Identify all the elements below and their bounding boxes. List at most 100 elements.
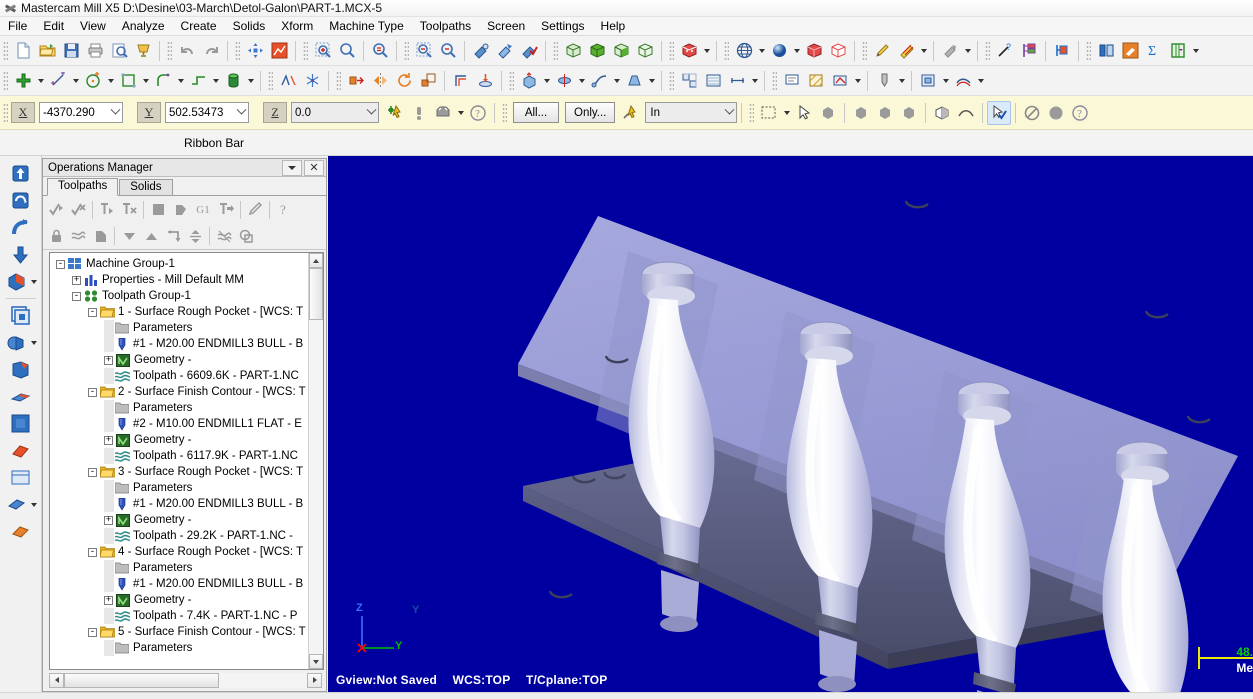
collapse-toggle-icon[interactable]: - bbox=[88, 547, 97, 557]
depth-select-chevron-icon[interactable] bbox=[722, 103, 736, 122]
scroll-left-button[interactable] bbox=[49, 672, 64, 688]
redo-icon[interactable] bbox=[199, 39, 223, 63]
menu-item-analyze[interactable]: Analyze bbox=[114, 18, 173, 34]
scroll-right-button[interactable] bbox=[307, 672, 322, 688]
mask-window-dropdown-arrow-icon[interactable] bbox=[781, 101, 792, 125]
tab-toolpaths[interactable]: Toolpaths bbox=[47, 178, 119, 196]
xform-rotate-icon[interactable] bbox=[392, 69, 416, 93]
pencil-icon[interactable] bbox=[870, 39, 894, 63]
thin-wall-icon[interactable] bbox=[8, 383, 34, 409]
toolbar-grip[interactable] bbox=[235, 40, 240, 61]
collapse-toggle-icon[interactable]: - bbox=[72, 291, 81, 301]
toolbar-grip[interactable] bbox=[404, 40, 409, 61]
hscroll-thumb[interactable] bbox=[64, 672, 219, 688]
tree-node[interactable]: Parameters bbox=[52, 320, 308, 336]
mask-spline-icon[interactable] bbox=[897, 101, 921, 125]
toolpath-surface-icon[interactable] bbox=[951, 69, 975, 93]
stock-shape-icon[interactable] bbox=[169, 199, 191, 221]
toolbar-grip[interactable] bbox=[167, 40, 172, 61]
mask-solid-icon[interactable] bbox=[930, 101, 954, 125]
shade-sphere-icon[interactable] bbox=[767, 39, 791, 63]
create-point-icon[interactable] bbox=[11, 69, 35, 93]
tree-node[interactable]: Toolpath - 29.2K - PART-1.NC - bbox=[52, 528, 308, 544]
collapse-toggle-icon[interactable]: - bbox=[88, 467, 97, 477]
toolbar-grip[interactable] bbox=[862, 40, 867, 61]
y-dropdown-chevron-icon[interactable] bbox=[234, 103, 248, 122]
solid-sweep-dropdown-arrow-icon[interactable] bbox=[611, 69, 622, 93]
selection-help-icon[interactable]: ? bbox=[1068, 101, 1092, 125]
green-panel-dropdown-arrow-icon[interactable] bbox=[1190, 39, 1201, 63]
toolbar-grip[interactable] bbox=[553, 40, 558, 61]
solid-from-surfaces-dropdown-arrow-icon[interactable] bbox=[29, 494, 38, 516]
chevron-down-icon[interactable] bbox=[282, 159, 302, 176]
boolean-dropdown-arrow-icon[interactable] bbox=[29, 332, 38, 354]
cup-icon[interactable] bbox=[131, 39, 155, 63]
print-icon[interactable] bbox=[83, 39, 107, 63]
verify-check-icon[interactable] bbox=[45, 199, 67, 221]
tree-node[interactable]: + Geometry - bbox=[52, 592, 308, 608]
fit-screen-icon[interactable] bbox=[267, 39, 291, 63]
z-coordinate-input[interactable] bbox=[292, 104, 364, 121]
transfer-icon[interactable] bbox=[215, 199, 237, 221]
expand-toggle-icon[interactable]: + bbox=[104, 355, 113, 365]
tree-node[interactable]: - 3 - Surface Rough Pocket - [WCS: T bbox=[52, 464, 308, 480]
toolbar-grip[interactable] bbox=[336, 70, 341, 91]
create-arc-icon[interactable] bbox=[81, 69, 105, 93]
toolbar-grip[interactable] bbox=[724, 40, 729, 61]
menu-item-file[interactable]: File bbox=[0, 18, 35, 34]
rotate-check-icon[interactable] bbox=[517, 39, 541, 63]
dynamic-rotate-icon[interactable] bbox=[469, 39, 493, 63]
scroll-down-button[interactable] bbox=[309, 654, 323, 669]
create-chamfer-icon[interactable] bbox=[186, 69, 210, 93]
create-cylinder-dropdown-arrow-icon[interactable] bbox=[245, 69, 256, 93]
menu-item-toolpaths[interactable]: Toolpaths bbox=[412, 18, 479, 34]
new-file-icon[interactable] bbox=[11, 39, 35, 63]
shade-wire-icon[interactable] bbox=[826, 39, 850, 63]
ribbon-help-icon[interactable]: ? bbox=[466, 101, 490, 125]
revolve-icon[interactable] bbox=[8, 187, 34, 213]
view-right-icon[interactable] bbox=[609, 39, 633, 63]
select-all-button[interactable]: All... bbox=[513, 102, 559, 123]
solid-history-icon[interactable] bbox=[8, 518, 34, 544]
tree-vertical-scrollbar[interactable] bbox=[308, 253, 323, 669]
scroll-thumb[interactable] bbox=[309, 268, 323, 320]
surface-loft-icon[interactable] bbox=[677, 69, 701, 93]
z-dropdown-chevron-icon[interactable] bbox=[364, 103, 378, 122]
create-rectangle-icon[interactable] bbox=[116, 69, 140, 93]
zoom-window-icon[interactable] bbox=[311, 39, 335, 63]
graphics-viewport[interactable]: Z Y Y Gview:Not Saved WCS:TOP T/Cplane:T… bbox=[328, 156, 1253, 699]
reorder-icon[interactable] bbox=[162, 225, 184, 247]
post-cancel-icon[interactable] bbox=[118, 199, 140, 221]
tree-node[interactable]: #1 - M20.00 ENDMILL3 BULL - B bbox=[52, 576, 308, 592]
tree-node[interactable]: Toolpath - 6609.6K - PART-1.NC bbox=[52, 368, 308, 384]
tree-horizontal-scrollbar[interactable] bbox=[49, 672, 322, 688]
expand-toggle-icon[interactable]: + bbox=[104, 515, 113, 525]
drafting-dim-dropdown-arrow-icon[interactable] bbox=[749, 69, 760, 93]
zoom-target-icon[interactable] bbox=[335, 39, 359, 63]
extrude-up-icon[interactable] bbox=[8, 160, 34, 186]
tool-dropdown-arrow-icon[interactable] bbox=[962, 39, 973, 63]
drafting-note-icon[interactable] bbox=[780, 69, 804, 93]
z-axis-label[interactable]: Z bbox=[263, 102, 287, 123]
gview-dropdown-arrow-icon[interactable] bbox=[701, 39, 712, 63]
regen-all-icon[interactable] bbox=[67, 199, 89, 221]
menu-item-settings[interactable]: Settings bbox=[533, 18, 592, 34]
tool-grey-icon[interactable] bbox=[938, 39, 962, 63]
select-only-button[interactable]: Only... bbox=[565, 102, 616, 123]
z-coordinate-field[interactable] bbox=[291, 102, 379, 123]
toolbar-grip[interactable] bbox=[3, 40, 8, 61]
select-quick-mask-icon[interactable] bbox=[618, 101, 642, 125]
edit-tag-icon[interactable] bbox=[244, 199, 266, 221]
create-point-dropdown-arrow-icon[interactable] bbox=[35, 69, 46, 93]
menu-item-solids[interactable]: Solids bbox=[225, 18, 274, 34]
green-panel-icon[interactable] bbox=[1166, 39, 1190, 63]
rotate-view-icon[interactable] bbox=[493, 39, 517, 63]
collapse-toggle-icon[interactable]: - bbox=[88, 307, 97, 317]
toolbar-grip[interactable] bbox=[3, 70, 8, 91]
solid-extrude-icon[interactable] bbox=[517, 69, 541, 93]
toolpath-surface-dropdown-arrow-icon[interactable] bbox=[975, 69, 986, 93]
boolean-icon[interactable] bbox=[3, 329, 29, 355]
toolbar-grip[interactable] bbox=[772, 70, 777, 91]
toolpath-drill-icon[interactable] bbox=[872, 69, 896, 93]
solid-layout-icon[interactable] bbox=[8, 410, 34, 436]
